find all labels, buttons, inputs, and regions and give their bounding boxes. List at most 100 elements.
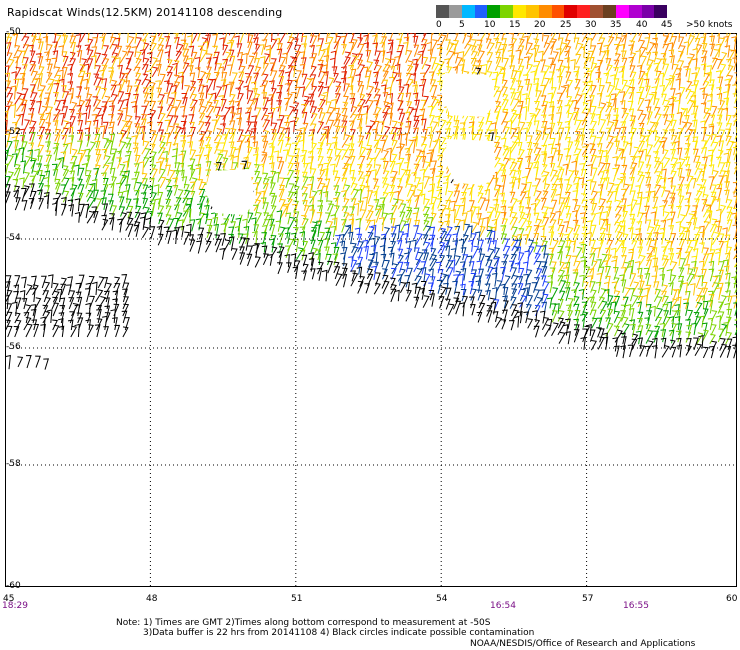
scale-swatch-5 — [500, 5, 514, 18]
wind-barb — [148, 155, 155, 168]
wind-barb — [413, 225, 420, 240]
wind-barb — [86, 190, 94, 202]
wind-barb — [418, 84, 425, 97]
wind-barb — [355, 262, 362, 275]
wind-barb — [671, 289, 678, 303]
wind-barb — [412, 212, 419, 226]
wind-barb — [419, 287, 426, 300]
wind-barb — [563, 148, 570, 161]
wind-barb — [38, 183, 45, 196]
wind-barb — [527, 318, 534, 329]
wind-barb — [368, 253, 376, 268]
wind-barb — [454, 205, 461, 219]
wind-barb — [711, 275, 719, 288]
wind-barb — [578, 288, 585, 300]
wind-barb — [510, 253, 517, 267]
wind-barb — [674, 315, 681, 330]
wind-barb — [373, 134, 383, 148]
wind-barb — [691, 72, 698, 85]
wind-barb — [155, 198, 162, 210]
wind-barb — [521, 106, 528, 121]
scale-swatch-2 — [461, 5, 475, 18]
wind-barb — [378, 216, 385, 232]
wind-barb — [452, 240, 459, 253]
wind-barb — [716, 226, 723, 238]
wind-barb — [212, 45, 218, 57]
wind-barb — [19, 177, 25, 190]
scale-label-5: 5 — [459, 20, 465, 30]
wind-barb — [430, 33, 433, 43]
wind-barb — [99, 125, 106, 139]
wind-barb — [13, 78, 20, 92]
scale-swatch-12 — [590, 5, 603, 18]
wind-barb — [690, 177, 697, 189]
wind-barb — [252, 153, 259, 168]
wind-barb — [429, 168, 436, 181]
wind-barb — [262, 172, 269, 184]
wind-barb — [102, 315, 108, 331]
wind-barb — [116, 157, 123, 169]
wind-barbs — [5, 33, 737, 370]
wind-barb — [411, 239, 417, 252]
wind-barb — [239, 33, 245, 43]
wind-barb — [467, 209, 473, 223]
wind-barb — [413, 195, 420, 209]
scale-swatch-8 — [538, 5, 552, 18]
wind-barb — [177, 71, 184, 84]
credit-line: NOAA/NESDIS/Office of Research and Appli… — [470, 639, 696, 649]
wind-barb — [663, 105, 670, 119]
wind-barb — [702, 346, 709, 359]
wind-barb — [635, 330, 642, 345]
wind-barb — [77, 140, 83, 154]
wind-barb — [30, 308, 37, 324]
wind-barb — [533, 289, 541, 302]
wind-barb — [575, 119, 582, 133]
wind-barb — [614, 345, 620, 357]
wind-barb — [13, 326, 20, 338]
wind-barb — [575, 94, 583, 105]
wind-barb — [683, 41, 690, 56]
wind-barb — [499, 72, 506, 84]
wind-barb — [43, 164, 50, 176]
wind-barb-map — [5, 33, 737, 587]
wind-barb — [222, 157, 229, 168]
wind-barb — [364, 75, 371, 90]
wind-barb — [197, 233, 204, 245]
wind-barb — [670, 261, 678, 272]
wind-barb — [218, 94, 224, 107]
wind-barb — [685, 175, 694, 189]
wind-barb — [252, 243, 259, 258]
wind-barb — [357, 163, 363, 176]
wind-barb — [172, 177, 179, 189]
wind-barb — [413, 44, 420, 57]
wind-barb — [575, 53, 582, 65]
wind-barb — [581, 112, 589, 126]
wind-barb — [35, 355, 41, 368]
wind-barb — [349, 33, 355, 43]
wind-barb — [324, 178, 331, 191]
wind-barb — [459, 204, 466, 216]
wind-barb — [731, 36, 737, 50]
wind-barb — [486, 42, 495, 56]
wind-barb — [523, 311, 530, 324]
wind-barb — [77, 178, 83, 190]
wind-barb — [589, 247, 597, 259]
wind-barb — [509, 182, 516, 196]
wind-barb — [622, 287, 631, 301]
wind-barb — [359, 33, 362, 41]
wind-barb — [437, 241, 446, 254]
wind-barb — [289, 120, 296, 132]
wind-barb — [476, 248, 483, 261]
wind-barb — [206, 78, 214, 93]
wind-barb — [547, 92, 554, 107]
wind-barb — [373, 282, 381, 295]
wind-barb — [6, 325, 13, 338]
wind-barb — [621, 198, 627, 211]
wind-barb — [668, 204, 674, 216]
wind-barb — [607, 182, 615, 197]
wind-barb — [74, 198, 81, 212]
wind-barb — [197, 179, 204, 190]
wind-barb — [310, 239, 316, 253]
wind-barb — [628, 108, 635, 121]
wind-barb — [683, 302, 690, 316]
